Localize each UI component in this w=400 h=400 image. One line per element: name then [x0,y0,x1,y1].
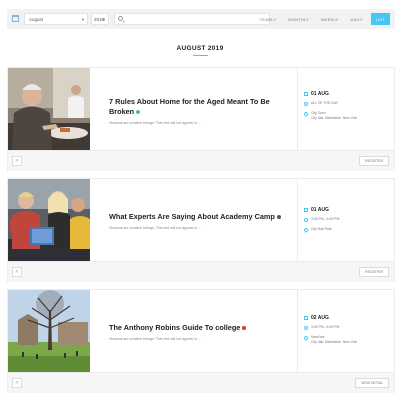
event-body: The Anthony Robins Guide To college Huma… [90,290,298,372]
title-underline [193,55,208,56]
view-switcher: YEARLY MONTHLY WEEKLY DAILY LIST [256,13,390,25]
event-card: The Anthony Robins Guide To college Huma… [7,289,395,393]
share-icon[interactable]: < [12,156,22,166]
event-description: Humans are creative beings. This text wi… [109,226,202,230]
event-date-row: 01 AUG [304,91,329,97]
event-body: 7 Rules About Home for the Aged Meant To… [90,68,298,150]
view-yearly-button[interactable]: YEARLY [256,13,281,25]
event-location-row: NewYork City hall, Manhattan, New York [303,334,358,344]
event-location-row: City Hall Park [303,226,332,233]
event-meta: 02 AUG 3:00 PM - 6:00 PM NewYork City ha… [303,290,394,372]
view-daily-button[interactable]: DAILY [346,13,366,25]
event-image[interactable] [8,179,90,261]
event-meta: 01 AUG 3:00 PM - 6:00 PM City Hall Park [303,179,394,261]
event-title[interactable]: What Experts Are Saying About Academy Ca… [109,212,289,222]
event-date: 01 AUG [311,207,329,213]
event-address: City hall, Manhattan, New York [311,339,358,344]
year-select[interactable]: 2019 ▼ [91,13,109,25]
event-time: 3:00 PM - 6:00 PM [311,217,340,221]
event-title[interactable]: The Anthony Robins Guide To college [109,323,289,333]
map-pin-icon [303,110,309,117]
event-meta: 01 AUG ALL OF THE DAY City Town City hal… [303,68,394,150]
event-time: ALL OF THE DAY [311,101,338,105]
view-detail-button[interactable]: VIEW DETAIL [355,378,389,388]
calendar-icon [304,91,308,96]
status-dot [136,110,141,115]
calendar-icon [304,315,308,320]
register-button[interactable]: REGISTER [359,156,389,166]
event-footer: < REGISTER [8,261,394,282]
event-image[interactable] [8,68,90,150]
map-pin-icon [303,334,309,341]
share-icon[interactable]: < [12,378,22,388]
event-location-row: City Town City hall, Manhattan, New York [303,110,358,120]
page-title: AUGUST 2019 [176,45,224,52]
view-monthly-button[interactable]: MONTHLY [284,13,313,25]
event-description: Humans are creative beings. This text wi… [109,337,202,341]
register-button[interactable]: REGISTER [359,267,389,277]
event-card: 7 Rules About Home for the Aged Meant To… [7,67,395,171]
event-address: City hall, Manhattan, New York [311,115,358,120]
event-date-row: 01 AUG [304,207,329,213]
status-dot [276,215,281,220]
event-venue: City Hall Park [311,227,332,231]
event-date-row: 02 AUG [304,315,329,321]
event-body: What Experts Are Saying About Academy Ca… [90,179,298,261]
event-date: 01 AUG [311,91,329,97]
filter-toolbar: August ▼ 2019 ▼ YEARLY MONTHLY WEEKLY DA… [7,9,395,29]
event-time: 3:00 PM - 6:00 PM [311,325,340,329]
month-select[interactable]: August ▼ [24,13,88,25]
event-time-row: 3:00 PM - 6:00 PM [304,325,339,330]
clock-icon [304,101,308,106]
search-icon [118,16,123,21]
event-card: What Experts Are Saying About Academy Ca… [7,178,395,282]
status-dot [242,326,247,331]
event-time-row: 3:00 PM - 6:00 PM [304,217,339,222]
event-time-row: ALL OF THE DAY [304,101,338,106]
event-footer: < VIEW DETAIL [8,372,394,393]
event-title[interactable]: 7 Rules About Home for the Aged Meant To… [109,97,289,117]
event-date: 02 AUG [311,315,329,321]
month-select-value: August [29,17,44,22]
search-input[interactable] [125,15,265,24]
clock-icon [304,217,308,222]
chevron-down-icon: ▼ [81,17,85,22]
event-footer: < REGISTER [8,150,394,171]
event-description: Humans are creative beings. This text wi… [109,121,202,125]
view-weekly-button[interactable]: WEEKLY [317,13,343,25]
map-pin-icon [303,226,309,233]
search-box [114,13,270,25]
share-icon[interactable]: < [12,267,22,277]
event-image[interactable] [8,290,90,372]
view-list-button[interactable]: LIST [370,13,390,25]
calendar-icon [304,207,308,212]
calendar-icon [12,15,19,22]
clock-icon [304,325,308,330]
chevron-down-icon: ▼ [102,17,106,22]
